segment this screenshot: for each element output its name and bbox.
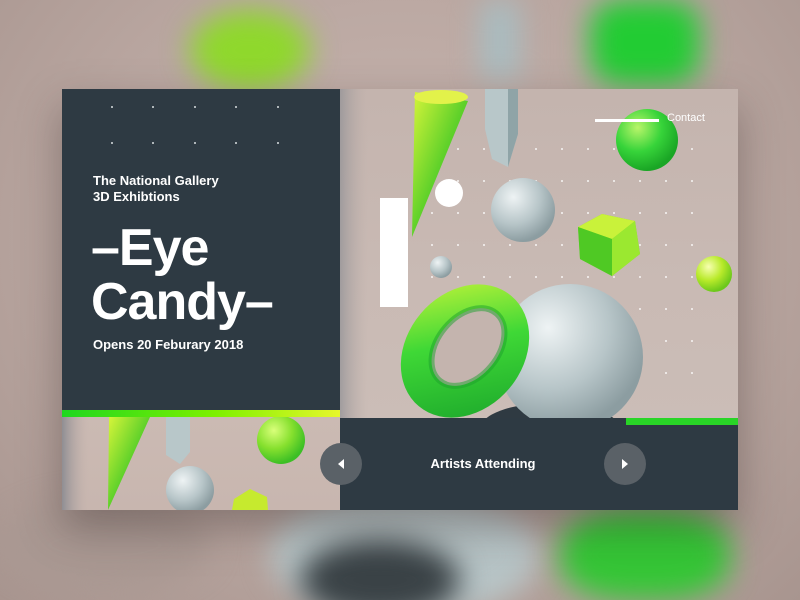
- blurred-shape: [0, 500, 210, 590]
- decor-dot: [235, 142, 237, 144]
- decor-dot: [277, 106, 279, 108]
- opening-date: Opens 20 Feburary 2018: [93, 337, 244, 352]
- decor-dot: [194, 142, 196, 144]
- gallery-name: The National Gallery: [93, 173, 219, 188]
- decor-dot: [194, 106, 196, 108]
- decor-dot: [277, 142, 279, 144]
- previous-button[interactable]: [320, 443, 362, 485]
- headline-line-2: Candy–: [91, 273, 274, 331]
- exhibition-subtitle: The National Gallery 3D Exhibtions: [93, 173, 219, 205]
- exhibition-info-panel: The National Gallery 3D Exhibtions –Eye …: [62, 89, 340, 410]
- next-button[interactable]: [604, 443, 646, 485]
- exhibition-type: 3D Exhibtions: [93, 189, 180, 204]
- exhibition-card: The National Gallery 3D Exhibtions –Eye …: [62, 89, 738, 510]
- chevron-right-icon: [622, 459, 628, 469]
- blurred-shape: [190, 10, 310, 90]
- 3d-scene-detail: [62, 417, 340, 510]
- decor-dot: [111, 106, 113, 108]
- carousel-title: Artists Attending: [430, 456, 536, 471]
- 3d-shapes-detail-artwork: [62, 417, 305, 510]
- decor-white-bar: [380, 198, 408, 307]
- accent-stripe-right: [626, 418, 738, 425]
- decor-dot: [152, 106, 154, 108]
- blurred-shape: [480, 0, 520, 80]
- exhibition-headline: –Eye Candy–: [91, 219, 274, 331]
- contact-link[interactable]: Contact: [667, 112, 705, 124]
- decor-dot: [235, 106, 237, 108]
- headline-line-1: –Eye: [91, 219, 209, 277]
- carousel-nav-panel: Artists Attending: [340, 418, 626, 510]
- contact-underline: [595, 119, 659, 122]
- decor-dot: [152, 142, 154, 144]
- blurred-shape: [560, 510, 730, 600]
- chevron-left-icon: [338, 459, 344, 469]
- decor-dot: [111, 142, 113, 144]
- accent-stripe: [62, 410, 340, 417]
- blurred-shape: [590, 0, 700, 85]
